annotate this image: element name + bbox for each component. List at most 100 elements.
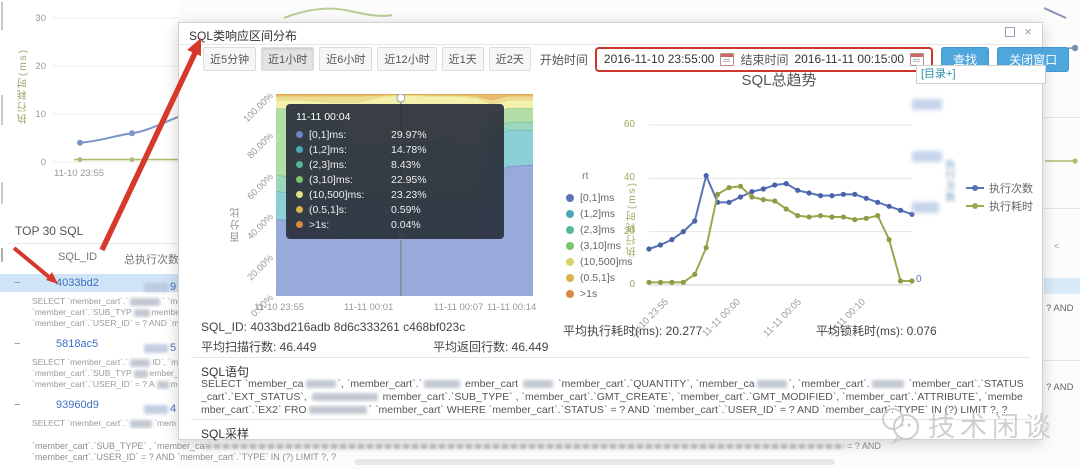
toc-link[interactable]: [目录+] bbox=[916, 65, 1046, 84]
legend-dot bbox=[566, 194, 574, 202]
range-button-5[interactable]: 近2天 bbox=[489, 47, 531, 71]
divider bbox=[1044, 208, 1080, 209]
tooltip-dot bbox=[296, 146, 303, 153]
mini-trend-chart[interactable]: 3020100 bbox=[8, 4, 178, 190]
sql-id-link[interactable]: 93960d9 bbox=[56, 396, 99, 414]
legend-item[interactable]: 执行次数 bbox=[966, 179, 1033, 197]
exec-count-censored: 9 bbox=[142, 278, 176, 296]
range-button-3[interactable]: 近12小时 bbox=[377, 47, 436, 71]
redacted-text bbox=[130, 420, 152, 428]
stat-avg-scan: 平均扫描行数: 46.449 bbox=[201, 338, 316, 355]
watermark-text: 技术闲谈 bbox=[928, 405, 1056, 444]
legend-item[interactable]: [0,1]ms bbox=[566, 190, 633, 206]
dist-y-tick: 80.00% bbox=[245, 131, 276, 162]
redacted-text bbox=[757, 380, 787, 388]
tooltip-value: 8.43% bbox=[391, 159, 421, 171]
redacted-text bbox=[312, 393, 378, 401]
legend-item[interactable]: 执行耗时 bbox=[966, 197, 1033, 215]
exec-count-censored: 4 bbox=[142, 400, 176, 418]
trend-chart-plot[interactable] bbox=[639, 89, 939, 294]
tooltip-value: 22.95% bbox=[391, 174, 427, 186]
range-button-0[interactable]: 近5分钟 bbox=[203, 47, 256, 71]
legend-item[interactable]: (3,10]ms bbox=[566, 238, 633, 254]
dist-y-tick: 40.00% bbox=[245, 212, 276, 243]
sql-text: `, `member_cart`.` bbox=[338, 378, 423, 390]
redacted-text bbox=[872, 380, 904, 388]
redacted-text bbox=[424, 380, 460, 388]
divider bbox=[191, 357, 1030, 358]
tooltip-series-name: (2,3]ms: bbox=[309, 159, 385, 171]
trend-x-tick: 11-11 00:00 bbox=[700, 297, 743, 340]
sql-preview: SELECT `member_cart`.``mem bbox=[32, 418, 178, 429]
background-chart-arc bbox=[282, 2, 394, 22]
sql-text: ` `mem bbox=[162, 296, 178, 306]
sql-preview-line: SELECT `member_cart`.``mem bbox=[32, 418, 178, 429]
collapse-icon[interactable]: − bbox=[14, 274, 20, 292]
tooltip-row: (2,3]ms: 8.43% bbox=[296, 157, 494, 172]
sql-row-header[interactable]: −93960d94 bbox=[0, 396, 178, 414]
sql-text: `member_cart`.`USER_ID` = ? AND `member_… bbox=[32, 452, 336, 462]
collapse-icon[interactable]: − bbox=[14, 396, 20, 414]
sql-id-link[interactable]: 4033bd2 bbox=[56, 274, 99, 292]
close-window-icon[interactable]: × bbox=[1024, 27, 1032, 37]
horizontal-scrollbar[interactable] bbox=[355, 459, 835, 465]
sql-text: `member_cart`.`USER_ID` = ? AND `mem bbox=[32, 318, 178, 328]
sql-text: `member_cart`.`SUB_TYPE` , `member_ca bbox=[32, 441, 205, 451]
mini-chart-x-tick: 11-10 23:55 bbox=[54, 168, 104, 179]
dist-y-tick: 20.00% bbox=[245, 252, 276, 283]
column-header-sql-id[interactable]: SQL_ID bbox=[58, 251, 97, 263]
tooltip-dot bbox=[296, 131, 303, 138]
trend-y-tick: 60 bbox=[617, 119, 635, 130]
range-button-2[interactable]: 近6小时 bbox=[319, 47, 372, 71]
sql-text: _cart`.`EXT_STATUS`, bbox=[201, 391, 310, 403]
tooltip-row: (10,500]ms:23.23% bbox=[296, 187, 494, 202]
modal-title: SQL类响应区间分布 bbox=[189, 27, 297, 44]
dist-x-tick: 11-11 00:14 bbox=[487, 302, 536, 313]
sql-text: ID`, `mem bbox=[152, 357, 178, 367]
censored-axis-value bbox=[912, 99, 942, 110]
legend-dot bbox=[566, 210, 574, 218]
sql-statement-line: SELECT `member_ca `, `member_cart`.` embe… bbox=[201, 378, 1023, 390]
range-button-1[interactable]: 近1小时 bbox=[261, 47, 314, 71]
legend-item[interactable]: (1,2]ms bbox=[566, 206, 633, 222]
sql-text: member_ca bbox=[152, 307, 178, 317]
column-header-exec-count[interactable]: 总执行次数 ▼ bbox=[124, 251, 178, 267]
range-button-4[interactable]: 近1天 bbox=[442, 47, 484, 71]
sql-trend-chart[interactable]: SQL总趋势 执行耗时(ms) 0204060 0 执行次数 11-10 23:… bbox=[629, 63, 1041, 327]
svg-text:10: 10 bbox=[35, 109, 46, 120]
tooltip-value: 14.78% bbox=[391, 144, 427, 156]
legend-label: (1,2]ms bbox=[580, 208, 615, 220]
sql-text: mem bbox=[171, 379, 178, 389]
legend-label: >1s bbox=[580, 288, 597, 300]
sql-preview-line: `member_cart`.`USER_ID` = ? AND `mem bbox=[32, 318, 178, 329]
edge-sliver bbox=[1, 248, 3, 262]
watermark: 技术闲谈 bbox=[878, 403, 1056, 445]
sql-text: SELECT `member_cart`.` bbox=[32, 296, 128, 306]
restore-window-icon[interactable] bbox=[1005, 27, 1015, 37]
trend-chart-legend: 执行次数执行耗时 bbox=[966, 179, 1033, 215]
sql-preview: SELECT `member_cart`.`ID`, `mem`member_c… bbox=[32, 357, 178, 390]
background-sql-text-line: `member_cart`.`USER_ID` = ? AND `member_… bbox=[32, 452, 336, 462]
edge-sliver bbox=[1, 182, 3, 204]
response-distribution-chart[interactable]: 百分比 0.00%20.00%40.00%60.00%80.00%100.00%… bbox=[199, 78, 637, 332]
sql-text: SELECT `member_ca bbox=[201, 378, 304, 390]
sql-row-header[interactable]: −4033bd29 bbox=[0, 274, 178, 292]
dist-x-tick: 11-11 00:01 bbox=[344, 302, 393, 313]
tooltip-dot bbox=[296, 206, 303, 213]
legend-label: [0,1]ms bbox=[580, 192, 614, 204]
divider bbox=[1044, 360, 1080, 361]
legend-item[interactable]: (10,500]ms bbox=[566, 254, 633, 270]
blurred-text bbox=[205, 444, 845, 449]
sql-row-header[interactable]: −5818ac55 bbox=[0, 335, 178, 353]
sql-text: ember_cart bbox=[462, 378, 521, 390]
dist-y-tick: 100.00% bbox=[242, 91, 276, 125]
modal-titlebar[interactable]: SQL类响应区间分布 × bbox=[179, 23, 1042, 45]
start-time-label: 开始时间 bbox=[540, 51, 588, 68]
stat-sql-id: SQL_ID: 4033bd216adb 8d6c333261 c468bf02… bbox=[201, 320, 465, 334]
legend-dot bbox=[566, 274, 574, 282]
top-sql-title: TOP 30 SQL bbox=[15, 224, 83, 238]
sql-preview-line: `member_cart`.`SUB_TYPember_ca bbox=[32, 368, 178, 379]
sql-id-link[interactable]: 5818ac5 bbox=[56, 335, 98, 353]
collapse-icon[interactable]: − bbox=[14, 335, 20, 353]
quick-range-buttons: 近5分钟近1小时近6小时近12小时近1天近2天 bbox=[203, 47, 531, 71]
